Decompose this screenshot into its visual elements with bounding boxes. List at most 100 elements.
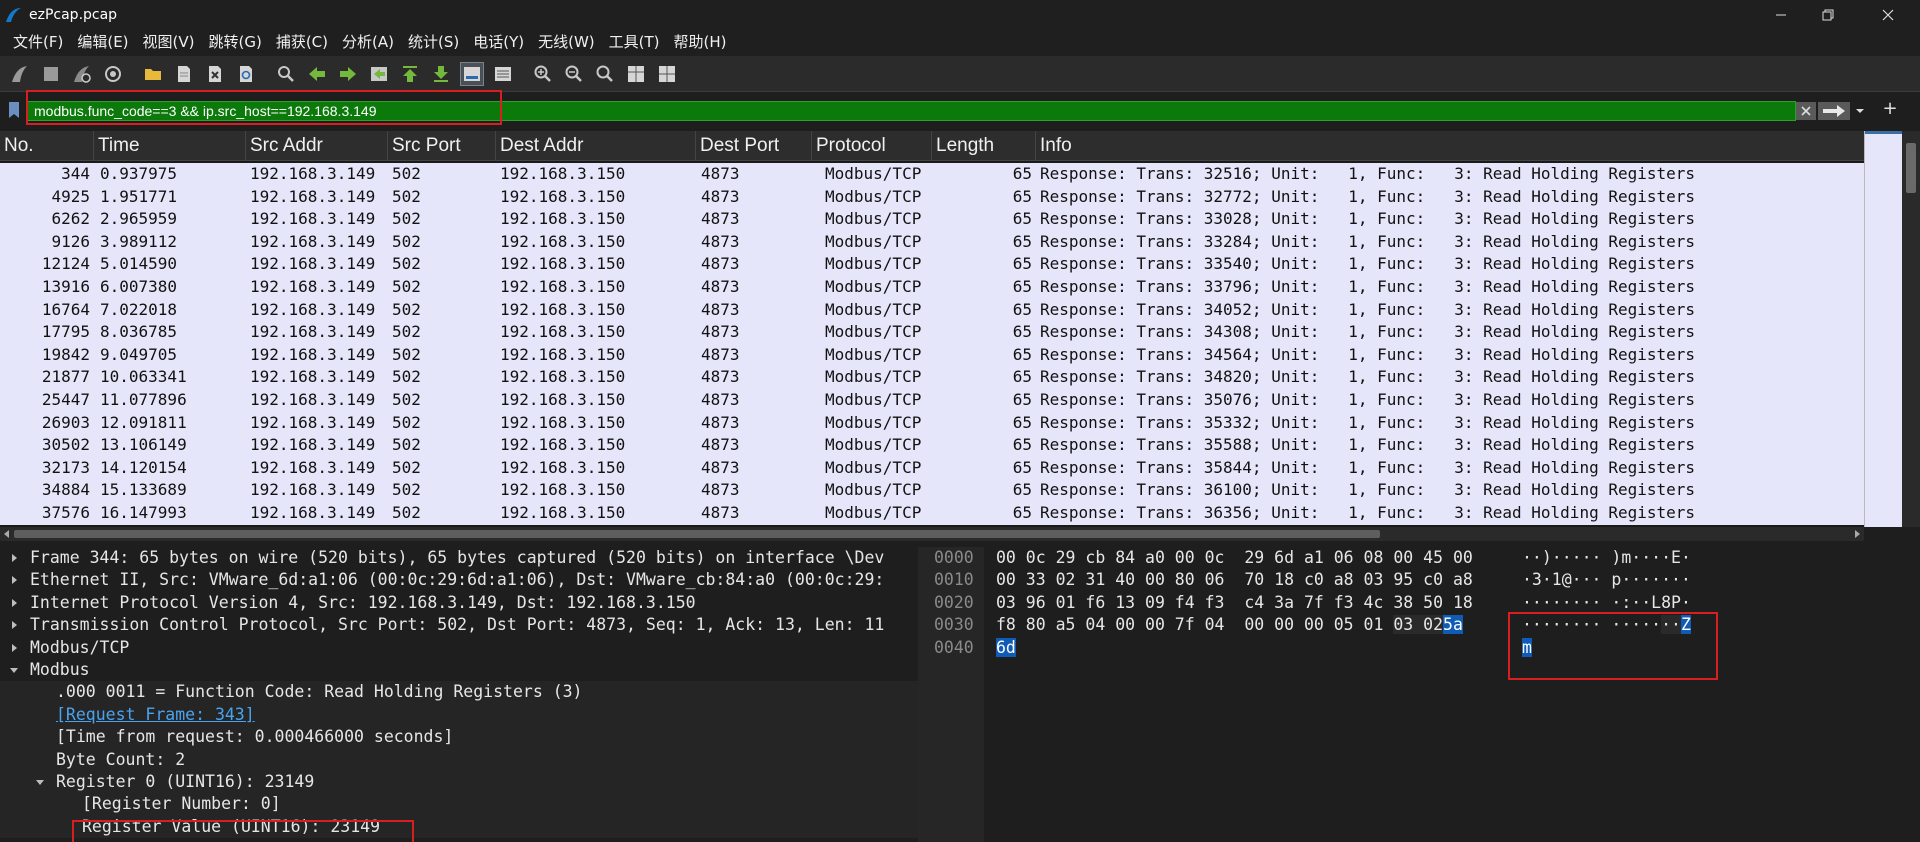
tree-collapsed-icon[interactable] (8, 569, 20, 591)
layout-button[interactable] (655, 62, 679, 86)
go-to-packet-button[interactable] (367, 62, 391, 86)
tree-collapsed-icon[interactable] (8, 592, 20, 614)
column-protocol[interactable]: Protocol (812, 131, 932, 161)
column-length[interactable]: Length (932, 131, 1036, 161)
clear-filter-button[interactable] (1796, 102, 1816, 120)
detail-row[interactable]: Transmission Control Protocol, Src Port:… (0, 614, 918, 636)
column-time[interactable]: Time (94, 131, 246, 161)
maximize-button[interactable] (1800, 0, 1856, 29)
column-dest-port[interactable]: Dest Port (696, 131, 812, 161)
packet-list-horizontal-scrollbar[interactable] (0, 527, 1864, 541)
detail-row[interactable]: [Register Number: 0] (0, 793, 918, 816)
packet-row[interactable]: 12124 5.014590 192.168.3.149 502 192.168.3.1… (0, 253, 1864, 276)
column-src-port[interactable]: Src Port (388, 131, 496, 161)
pane-splitter-vertical[interactable] (918, 547, 928, 842)
column-info[interactable]: Info (1036, 131, 1864, 161)
menu-statistics[interactable]: 统计(S) (401, 29, 466, 56)
ascii-bytes[interactable]: ········ ·:··L8P· (1522, 592, 1691, 614)
column-no[interactable]: No. (0, 131, 94, 161)
menu-analyze[interactable]: 分析(A) (335, 29, 401, 56)
tree-collapsed-icon[interactable] (8, 637, 20, 659)
menu-help[interactable]: 帮助(H) (667, 29, 734, 56)
tree-collapsed-icon[interactable] (8, 614, 20, 636)
packet-row[interactable]: 34884 15.133689 192.168.3.149 502 192.168.3.… (0, 479, 1864, 502)
resize-columns-button[interactable] (624, 62, 648, 86)
packet-row[interactable]: 17795 8.036785 192.168.3.149 502 192.168.3.1… (0, 321, 1864, 344)
menu-tools[interactable]: 工具(T) (602, 29, 667, 56)
apply-filter-button[interactable] (1818, 102, 1850, 120)
go-back-button[interactable] (305, 62, 329, 86)
detail-row[interactable]: Modbus (0, 659, 918, 681)
packet-row[interactable]: 25447 11.077896 192.168.3.149 502 192.168.3.… (0, 388, 1864, 412)
tree-expanded-icon[interactable] (8, 659, 20, 681)
tree-expanded-icon[interactable] (34, 771, 46, 793)
scroll-right-icon[interactable] (1850, 527, 1864, 541)
detail-row[interactable]: Internet Protocol Version 4, Src: 192.16… (0, 592, 918, 614)
filter-bookmark-icon[interactable] (8, 101, 20, 119)
packet-row[interactable]: 21877 10.063341 192.168.3.149 502 192.168.3.… (0, 366, 1864, 389)
scroll-left-icon[interactable] (0, 527, 14, 541)
reload-file-button[interactable] (234, 62, 258, 86)
detail-row[interactable]: Ethernet II, Src: VMware_6d:a1:06 (00:0c… (0, 569, 918, 591)
packet-row[interactable]: 26903 12.091811 192.168.3.149 502 192.168.3.… (0, 411, 1864, 435)
tree-collapsed-icon[interactable] (8, 547, 20, 569)
packet-row[interactable]: 16764 7.022018 192.168.3.149 502 192.168.3.1… (0, 298, 1864, 322)
column-src-addr[interactable]: Src Addr (246, 131, 388, 161)
menu-view[interactable]: 视图(V) (136, 29, 202, 56)
packet-row[interactable]: 6262 2.965959 192.168.3.149 502 192.168.3.15… (0, 208, 1864, 231)
capture-options-button[interactable] (101, 62, 125, 86)
hex-bytes[interactable]: 00 33 02 31 40 00 80 06 70 18 c0 a8 03 9… (996, 569, 1473, 591)
hex-bytes[interactable]: 03 96 01 f6 13 09 f4 f3 c4 3a 7f f3 4c 3… (996, 592, 1473, 614)
open-file-button[interactable] (141, 62, 165, 86)
go-forward-button[interactable] (336, 62, 360, 86)
restart-capture-button[interactable] (70, 62, 94, 86)
start-capture-button[interactable] (8, 62, 32, 86)
close-window-button[interactable] (1860, 0, 1916, 29)
hex-bytes[interactable]: f8 80 a5 04 00 00 7f 04 00 00 00 05 01 0… (996, 614, 1463, 636)
detail-row[interactable]: [Time from request: 0.000466000 seconds] (0, 726, 918, 749)
zoom-out-button[interactable] (562, 62, 586, 86)
first-packet-button[interactable] (398, 62, 422, 86)
ascii-bytes[interactable]: ··)····· )m····E· (1522, 547, 1691, 569)
menu-capture[interactable]: 捕获(C) (269, 29, 335, 56)
scroll-thumb[interactable] (1906, 143, 1916, 193)
detail-row[interactable]: Byte Count: 2 (0, 748, 918, 771)
menu-telephony[interactable]: 电话(Y) (466, 29, 531, 56)
recent-filters-dropdown[interactable] (1852, 102, 1868, 120)
menu-edit[interactable]: 编辑(E) (70, 29, 135, 56)
detail-row[interactable]: Register 0 (UINT16): 23149 (0, 771, 918, 794)
packet-list-vertical-scrollbar[interactable] (1902, 131, 1920, 527)
detail-row[interactable]: Register Value (UINT16): 23149 (0, 815, 918, 839)
last-packet-button[interactable] (429, 62, 453, 86)
packet-row[interactable]: 32173 14.120154 192.168.3.149 502 192.168.3.… (0, 456, 1864, 480)
save-file-button[interactable] (172, 62, 196, 86)
detail-row[interactable]: [Request Frame: 343] (0, 703, 918, 727)
ascii-bytes[interactable]: ·3·1@··· p······· (1522, 569, 1691, 591)
ascii-bytes[interactable]: ········ ·······Z (1522, 614, 1691, 636)
colorize-button[interactable] (491, 62, 515, 86)
packet-row[interactable]: 37576 16.147993 192.168.3.149 502 192.168.3.… (0, 501, 1864, 525)
zoom-normal-button[interactable] (593, 62, 617, 86)
detail-row[interactable]: Frame 344: 65 bytes on wire (520 bits), … (0, 547, 918, 569)
add-filter-button-icon[interactable]: + (1880, 99, 1900, 119)
detail-row[interactable]: .000 0011 = Function Code: Read Holding … (0, 681, 918, 704)
menu-go[interactable]: 跳转(G) (202, 29, 269, 56)
packet-row[interactable]: 30502 13.106149 192.168.3.149 502 192.168.3.… (0, 434, 1864, 457)
stop-capture-button[interactable] (39, 62, 63, 86)
hex-bytes[interactable]: 6d (996, 637, 1016, 659)
menu-wireless[interactable]: 无线(W) (531, 29, 602, 56)
column-dest-addr[interactable]: Dest Addr (496, 131, 696, 161)
hex-bytes[interactable]: 00 0c 29 cb 84 a0 00 0c 29 6d a1 06 08 0… (996, 547, 1473, 569)
scroll-thumb[interactable] (14, 530, 1380, 538)
packet-row[interactable]: 4925 1.951771 192.168.3.149 502 192.168.3.15… (0, 185, 1864, 209)
packet-row[interactable]: 19842 9.049705 192.168.3.149 502 192.168.3.1… (0, 343, 1864, 367)
packet-row[interactable]: 344 0.937975 192.168.3.149 502 192.168.3.150… (0, 163, 1864, 186)
menu-file[interactable]: 文件(F) (6, 29, 70, 56)
zoom-in-button[interactable] (531, 62, 555, 86)
close-file-button[interactable] (203, 62, 227, 86)
request-frame-link[interactable]: [Request Frame: 343] (56, 705, 255, 724)
find-packet-button[interactable] (274, 62, 298, 86)
autoscroll-button[interactable] (460, 61, 484, 86)
display-filter-input[interactable]: modbus.func_code==3 && ip.src_host==192.… (26, 101, 1796, 121)
packet-row[interactable]: 9126 3.989112 192.168.3.149 502 192.168.3.15… (0, 230, 1864, 254)
